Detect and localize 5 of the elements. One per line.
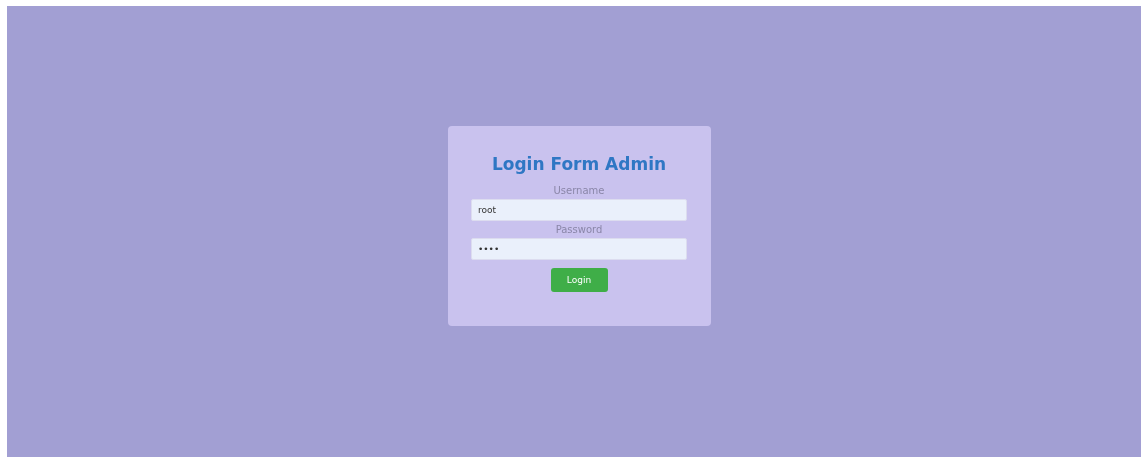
field-label: Username [553, 185, 605, 196]
form-title: Login Form Admin [491, 154, 667, 174]
field-label: Password [555, 224, 603, 235]
input-field[interactable]: root [471, 199, 687, 221]
input-field[interactable]: •••• [471, 238, 687, 260]
